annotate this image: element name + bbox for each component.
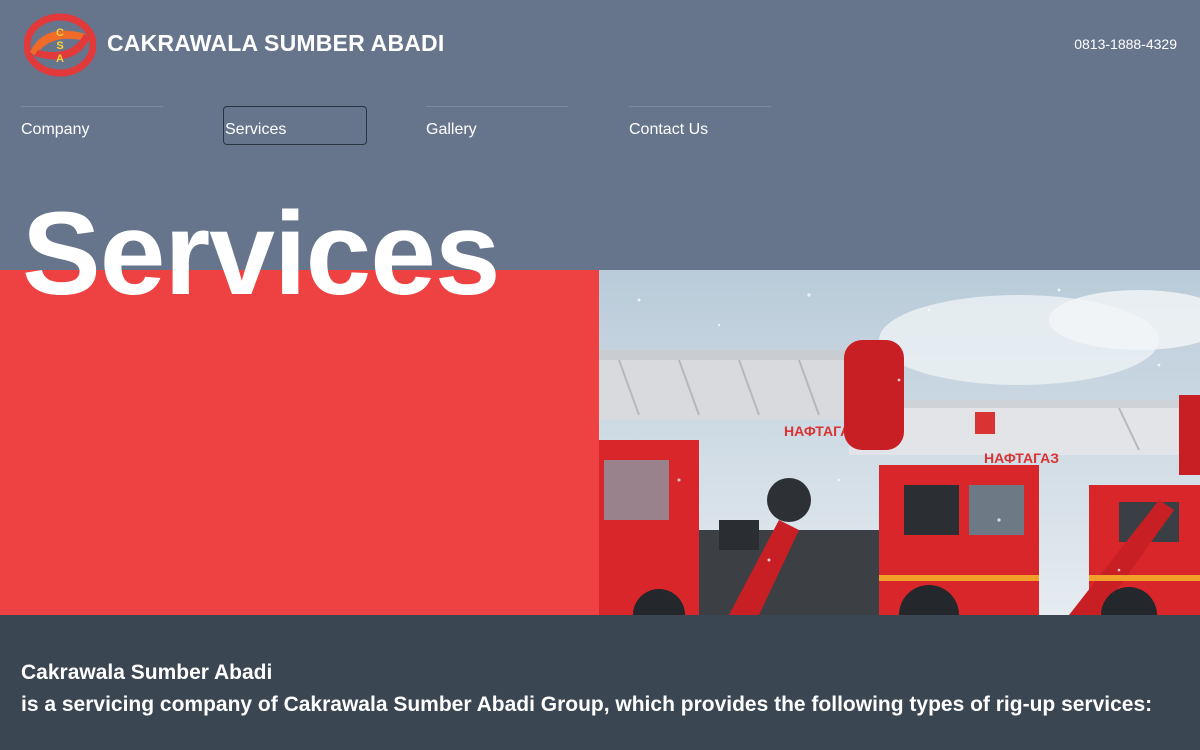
nav-item-services[interactable]: Services: [223, 106, 367, 145]
logo-letter-c: C: [56, 27, 64, 39]
crane-trucks-image: НАФТАГАЗ НАФТАГАЗ: [599, 270, 1200, 615]
company-logo-icon[interactable]: C S A: [24, 12, 96, 78]
logo-letter-s: S: [56, 40, 63, 52]
page: C S A CAKRAWALA SUMBER ABADI 0813-1888-4…: [0, 0, 1200, 750]
intro-company-name: Cakrawala Sumber Abadi: [21, 661, 273, 684]
intro-description: is a servicing company of Cakrawala Sumb…: [21, 693, 1153, 716]
svg-text:НАФТАГАЗ: НАФТАГАЗ: [984, 450, 1059, 466]
hero-image: НАФТАГАЗ НАФТАГАЗ: [599, 270, 1200, 615]
phone-number[interactable]: 0813-1888-4329: [1074, 36, 1177, 52]
brand-name[interactable]: CAKRAWALA SUMBER ABADI: [107, 30, 444, 57]
logo-letter-a: A: [56, 53, 64, 65]
nav-item-company[interactable]: Company: [21, 106, 163, 142]
site-header: C S A CAKRAWALA SUMBER ABADI 0813-1888-4…: [0, 0, 1200, 90]
page-title: Services: [22, 188, 501, 320]
nav-item-contact-us[interactable]: Contact Us: [629, 106, 771, 142]
hero-red-panel: [0, 270, 599, 615]
main-nav: Company Services Gallery Contact Us: [0, 106, 1200, 146]
nav-item-gallery[interactable]: Gallery: [426, 106, 568, 142]
